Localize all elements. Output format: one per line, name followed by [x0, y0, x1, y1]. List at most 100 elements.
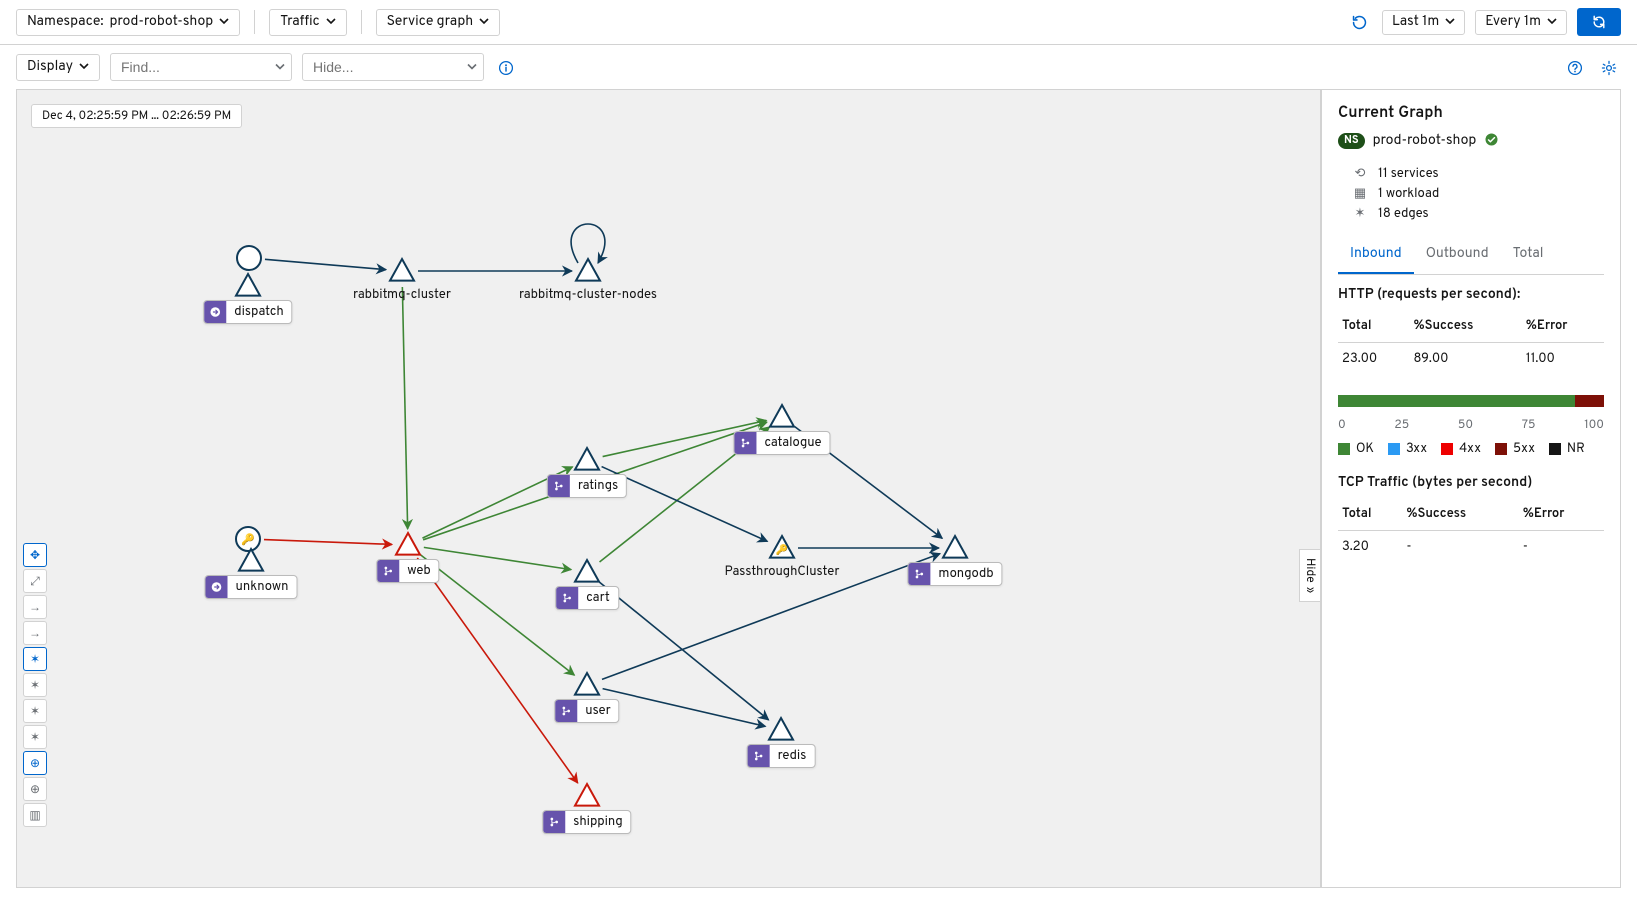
branch-icon	[555, 700, 577, 722]
node-label-ratings[interactable]: ratings	[547, 474, 627, 498]
tab-inbound[interactable]: Inbound	[1338, 238, 1414, 274]
edges-icon: ✶	[1352, 206, 1368, 222]
tcp-section-title: TCP Traffic (bytes per second)	[1338, 475, 1604, 492]
graph-node-mongodb[interactable]	[943, 536, 967, 558]
time-range-dropdown[interactable]: Last 1m	[1382, 10, 1465, 35]
node-label-cart[interactable]: cart	[555, 586, 619, 610]
service-graph[interactable]: 🔑🔑	[17, 90, 1320, 887]
node-label-redis[interactable]: redis	[747, 744, 816, 768]
graph-node-unknown[interactable]	[239, 549, 263, 571]
namespace-value: prod-robot-shop	[110, 14, 214, 31]
graph-edge[interactable]	[421, 555, 575, 675]
divider	[254, 10, 255, 34]
node-label-shipping[interactable]: shipping	[542, 810, 631, 834]
graph-node-rabbitmq_nodes[interactable]	[576, 259, 600, 281]
bar-legend: OK3xx4xx5xxNR	[1338, 441, 1604, 457]
layout-radial-icon[interactable]: ✶	[23, 647, 47, 671]
drag-icon[interactable]: ✥	[23, 543, 47, 567]
node-label-web[interactable]: web	[376, 559, 439, 583]
check-icon	[1484, 132, 1499, 149]
legend-item-c3xx: 3xx	[1388, 441, 1427, 457]
http-total: 23.00	[1338, 342, 1409, 375]
node-label-passthrough[interactable]: PassthroughCluster	[725, 562, 840, 582]
layout-2-icon[interactable]: ✶	[23, 699, 47, 723]
details-tabs: Inbound Outbound Total	[1338, 238, 1604, 275]
tcp-success: -	[1402, 530, 1518, 563]
graph-node-cart[interactable]	[575, 560, 599, 582]
legend-item-ok: OK	[1338, 441, 1374, 457]
branch-icon	[748, 745, 770, 767]
help-icon	[1567, 59, 1583, 75]
tab-outbound[interactable]: Outbound	[1414, 238, 1501, 274]
node-label-dispatch[interactable]: dispatch	[203, 300, 292, 324]
graph-edge[interactable]	[599, 583, 768, 721]
graph-node-dispatch_src[interactable]	[237, 246, 261, 270]
find-help-button[interactable]	[494, 55, 518, 79]
hide-panel-tab[interactable]: Hide »	[1299, 549, 1320, 602]
graph-node-dispatch[interactable]	[236, 274, 260, 296]
graph-type-dropdown[interactable]: Service graph	[376, 9, 501, 36]
graph-edge[interactable]	[417, 559, 577, 784]
th-total: Total	[1338, 498, 1402, 531]
graph-edge[interactable]	[265, 260, 386, 270]
traffic-dropdown[interactable]: Traffic	[269, 9, 346, 36]
graph-help-button[interactable]	[1563, 55, 1587, 79]
graph-edge[interactable]	[402, 287, 407, 529]
globe-outline-icon[interactable]: ⊕	[23, 777, 47, 801]
layout-1-icon[interactable]: ✶	[23, 673, 47, 697]
graph-node-catalogue[interactable]	[770, 405, 794, 427]
graph-edge[interactable]	[264, 540, 392, 545]
namespace-dropdown[interactable]: Namespace: prod-robot-shop	[16, 9, 240, 36]
chevron-down-icon	[326, 14, 336, 31]
time-reset-button[interactable]	[1347, 10, 1372, 35]
graph-panel[interactable]: Dec 4, 02:25:59 PM ... 02:26:59 PM ✥⤢→→✶…	[16, 89, 1321, 888]
node-label-rabbitmq[interactable]: rabbitmq-cluster	[353, 285, 451, 305]
node-label-user[interactable]: user	[554, 699, 619, 723]
time-range-label: Last 1m	[1392, 14, 1439, 31]
node-label-unknown[interactable]: unknown	[205, 575, 298, 599]
node-label-text: PassthroughCluster	[725, 562, 840, 582]
node-label-text: dispatch	[226, 302, 291, 322]
graph-timestamp: Dec 4, 02:25:59 PM ... 02:26:59 PM	[31, 104, 242, 128]
tab-total[interactable]: Total	[1501, 238, 1556, 274]
graph-edge[interactable]	[603, 689, 766, 727]
graph-node-unknown_src[interactable]: 🔑	[236, 527, 260, 551]
node-label-rabbitmq_nodes[interactable]: rabbitmq-cluster-nodes	[519, 285, 657, 305]
node-label-text: web	[399, 561, 438, 581]
legend-item-nr: NR	[1549, 441, 1585, 457]
th-success: %Success	[1402, 498, 1518, 531]
graph-settings-button[interactable]	[1597, 55, 1621, 79]
traffic-label: Traffic	[280, 14, 319, 31]
details-title: Current Graph	[1338, 104, 1604, 124]
graph-edge[interactable]	[424, 548, 571, 570]
graph-node-user[interactable]	[575, 673, 599, 695]
history-icon	[1351, 14, 1368, 31]
branch-icon	[548, 475, 570, 497]
layout-3-icon[interactable]: ✶	[23, 725, 47, 749]
graph-node-passthrough[interactable]: 🔑	[770, 536, 794, 558]
display-dropdown[interactable]: Display	[16, 54, 100, 81]
chevron-down-icon	[79, 59, 89, 76]
node-label-text: unknown	[228, 577, 297, 597]
layout-right-alt-icon[interactable]: →	[23, 621, 47, 645]
find-input[interactable]	[111, 54, 291, 80]
globe-icon[interactable]: ⊕	[23, 751, 47, 775]
map-icon[interactable]: ▥	[23, 803, 47, 827]
node-label-text: ratings	[570, 476, 626, 496]
branch-icon	[908, 563, 930, 585]
graph-node-web[interactable]	[396, 533, 420, 555]
details-panel: Current Graph NS prod-robot-shop ⟲11 ser…	[1321, 89, 1621, 888]
refresh-button[interactable]	[1577, 8, 1621, 36]
hide-input[interactable]	[303, 54, 483, 80]
graph-node-shipping[interactable]	[575, 784, 599, 806]
node-label-mongodb[interactable]: mongodb	[907, 562, 1002, 586]
arrow-right-icon	[204, 301, 226, 323]
graph-node-ratings[interactable]	[575, 448, 599, 470]
refresh-interval-dropdown[interactable]: Every 1m	[1475, 10, 1567, 35]
fit-icon[interactable]: ⤢	[23, 569, 47, 593]
hide-input-wrap	[302, 53, 484, 81]
layout-right-icon[interactable]: →	[23, 595, 47, 619]
graph-node-rabbitmq[interactable]	[390, 259, 414, 281]
node-label-catalogue[interactable]: catalogue	[733, 431, 830, 455]
graph-node-redis[interactable]	[769, 718, 793, 740]
